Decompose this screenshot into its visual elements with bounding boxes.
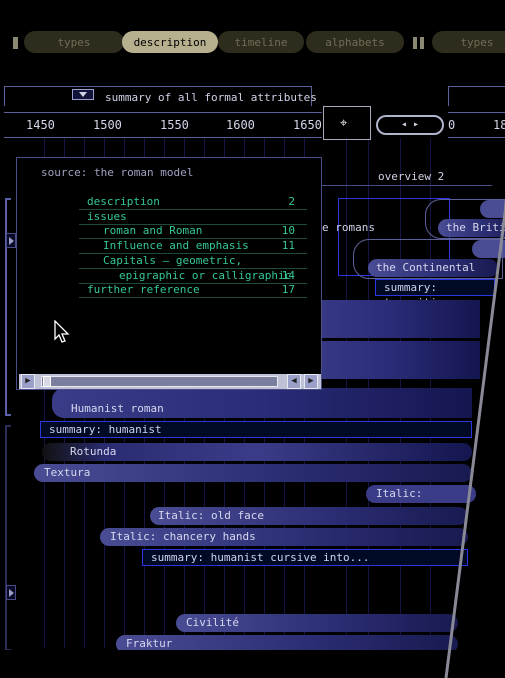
page-curl-divider: [444, 201, 505, 678]
